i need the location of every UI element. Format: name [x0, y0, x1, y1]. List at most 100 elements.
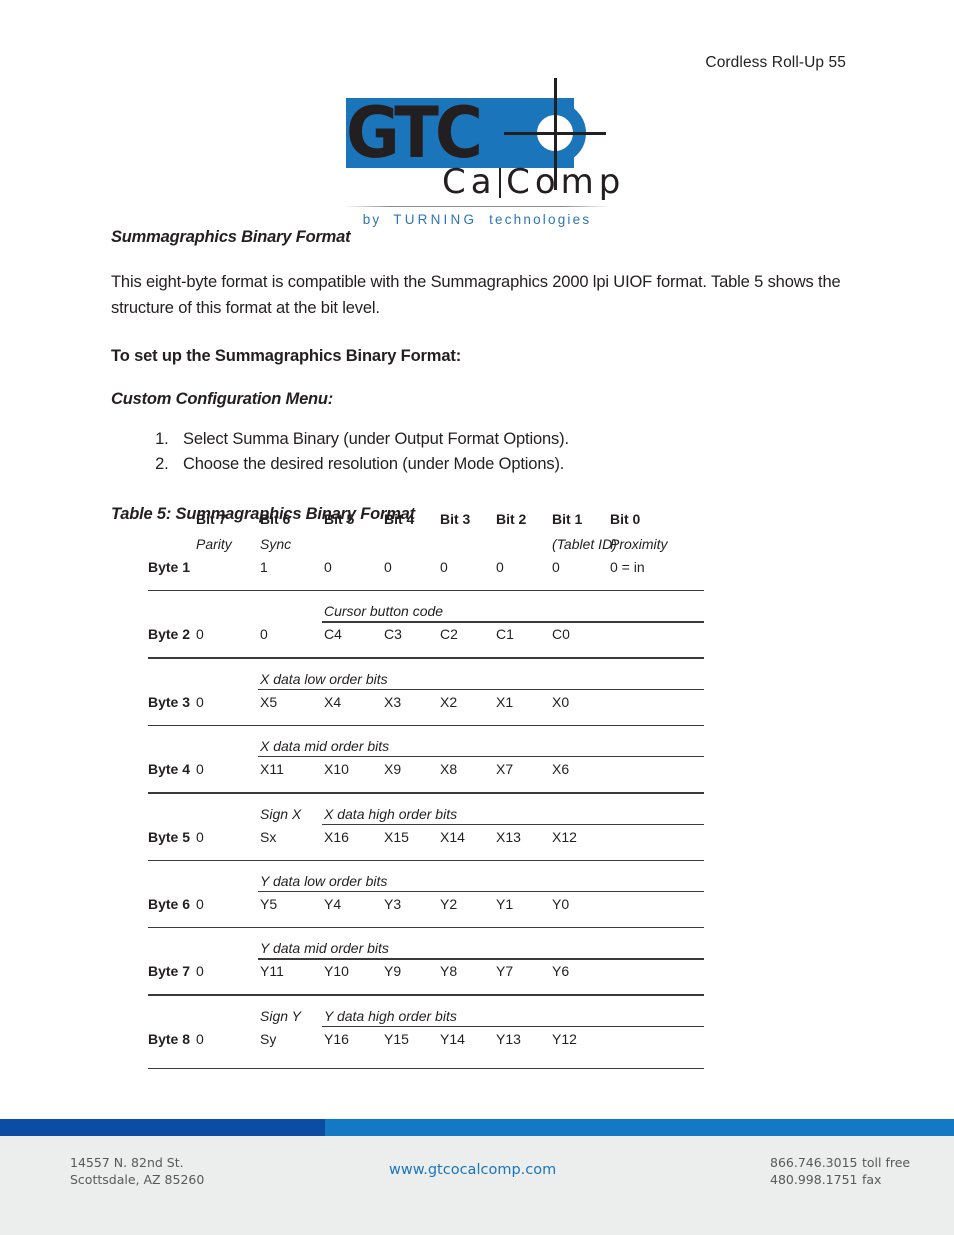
column-header: Bit 7 [196, 511, 227, 527]
column-header: Bit 2 [496, 511, 527, 527]
tagline-text: by TURNING technologies [363, 212, 592, 227]
bit-value: 0 [440, 559, 448, 575]
column-sublabel: Proximity [610, 536, 668, 552]
bit-value: C1 [496, 626, 514, 643]
table-spacer [148, 1053, 704, 1068]
bit-value: 0 [196, 828, 204, 845]
column-header: Bit 5 [324, 511, 355, 527]
bit-value: C4 [324, 626, 342, 643]
table-group-label-row: Y data mid order bits [148, 937, 704, 960]
table-spacer [148, 648, 704, 657]
bit-value: Y5 [260, 895, 278, 912]
footer-phone-fax: 480.998.1751 fax [770, 1171, 910, 1188]
table-spacer [148, 861, 704, 870]
document-page: { "header": { "running_head": "Cordless … [0, 0, 954, 1235]
footer-address-line2: Scottsdale, AZ 85260 [70, 1172, 205, 1187]
logo-calcomp-part1: Ca [442, 162, 497, 202]
bit-value: Y0 [552, 895, 570, 912]
bit-value: Y3 [384, 895, 402, 912]
table-group-underline [258, 688, 704, 690]
table-group-label-row: Sign X X data high order bits [148, 803, 704, 826]
footer: 14557 N. 82nd St. Scottsdale, AZ 85260 w… [0, 1136, 954, 1235]
bit-value: X2 [440, 693, 458, 710]
column-sublabel: Sync [260, 536, 292, 552]
logo-calcomp-part2: Comp [506, 162, 626, 202]
bit-value: 0 [196, 761, 204, 778]
bit-value: Y1 [496, 895, 514, 912]
byte-label: Byte 2 [148, 626, 191, 643]
table-row: Byte 6 0 Y5 Y4 Y3 Y2 Y1 Y0 [148, 890, 704, 918]
logo-divider-bar [498, 168, 502, 198]
table-row: Byte 8 0 Sy Y16 Y15 Y14 Y13 Y12 [148, 1025, 704, 1053]
group-label: Y data high order bits [324, 1007, 457, 1024]
bit-value: Y13 [496, 1030, 521, 1047]
table-row: Byte 2 0 0 C4 C3 C2 C1 C0 [148, 621, 704, 648]
list-item: Choose the desired resolution (under Mod… [173, 452, 851, 477]
footer-bar-dark-segment [0, 1119, 325, 1136]
bit-value: 0 [324, 559, 332, 575]
sign-label: Sign Y [260, 1007, 301, 1024]
logo-tagline: by TURNING technologies [0, 206, 954, 227]
table-spacer [148, 996, 704, 1005]
table-group-label-row: X data mid order bits [148, 735, 704, 758]
column-header: Bit 0 [610, 511, 641, 527]
table-group-underline [322, 823, 704, 825]
footer-fax-label: fax [862, 1172, 882, 1187]
bit-value: X0 [552, 693, 570, 710]
bit-value: Y6 [552, 963, 570, 980]
byte-label: Byte 7 [148, 963, 191, 980]
group-label: X data high order bits [324, 805, 458, 822]
table-row: Byte 5 0 Sx X16 X15 X14 X13 X12 [148, 823, 704, 851]
column-header: Bit 1 [552, 511, 583, 527]
bit-value: 0 = in [610, 559, 645, 575]
sign-label: Sign X [260, 805, 302, 822]
bit-value: X3 [384, 693, 402, 710]
group-label: X data mid order bits [260, 738, 390, 755]
logo-crosshair-horizontal-icon [504, 132, 606, 135]
byte-label: Byte 8 [148, 1030, 191, 1047]
table-spacer [148, 591, 704, 600]
table-group-label-row: Y data low order bits [148, 870, 704, 893]
bit-value: Y8 [440, 963, 458, 980]
bit-value: X5 [260, 693, 278, 710]
bit-value: X16 [324, 828, 349, 845]
bit-value: 0 [384, 559, 392, 575]
column-sublabel: (Tablet ID) [552, 536, 617, 552]
setup-heading: To set up the Summagraphics Binary Forma… [111, 347, 462, 365]
bit-value: Y4 [324, 895, 342, 912]
bit-value: X9 [384, 761, 402, 778]
bit-value: X11 [260, 761, 284, 778]
logo-wordmark-calcomp: Ca Comp [442, 162, 625, 202]
table-group-label-row: X data low order bits [148, 668, 704, 691]
bit-value: 0 [196, 1030, 204, 1047]
footer-website-link[interactable]: www.gtcocalcomp.com [389, 1162, 556, 1178]
bit-value: 0 [552, 559, 560, 575]
bit-value: Sx [260, 828, 277, 845]
table-spacer [148, 726, 704, 735]
bit-value: X7 [496, 761, 514, 778]
group-label: X data low order bits [260, 670, 388, 687]
bit-value: Y10 [324, 963, 349, 980]
logo-artwork: GTC Ca Comp [338, 78, 620, 202]
tagline-word: technologies [489, 212, 592, 227]
byte-label: Byte 4 [148, 761, 191, 778]
table-row: Byte 1 1 0 0 0 0 0 0 = in [148, 556, 704, 581]
footer-phone-tollfree: 866.746.3015 toll free [770, 1154, 910, 1171]
bit-value: X6 [552, 761, 570, 778]
table-spacer [148, 794, 704, 803]
group-label: Y data mid order bits [260, 940, 389, 957]
bit-value: X14 [440, 828, 465, 845]
bit-value: 0 [196, 626, 204, 643]
table-spacer [148, 928, 704, 937]
group-label: Y data low order bits [260, 872, 388, 889]
table-spacer [148, 985, 704, 994]
table-group-label-row: Cursor button code [148, 600, 704, 623]
section-heading: Summagraphics Binary Format [111, 228, 351, 246]
table-bottom-divider [148, 1067, 704, 1070]
footer-bar-light-segment [325, 1119, 954, 1136]
bit-value: X10 [324, 761, 349, 778]
bit-value: Y14 [440, 1030, 465, 1047]
bit-value: 0 [496, 559, 504, 575]
footer-phone-numbers: 866.746.3015 toll free 480.998.1751 fax [770, 1154, 910, 1188]
column-header: Bit 6 [260, 511, 291, 527]
